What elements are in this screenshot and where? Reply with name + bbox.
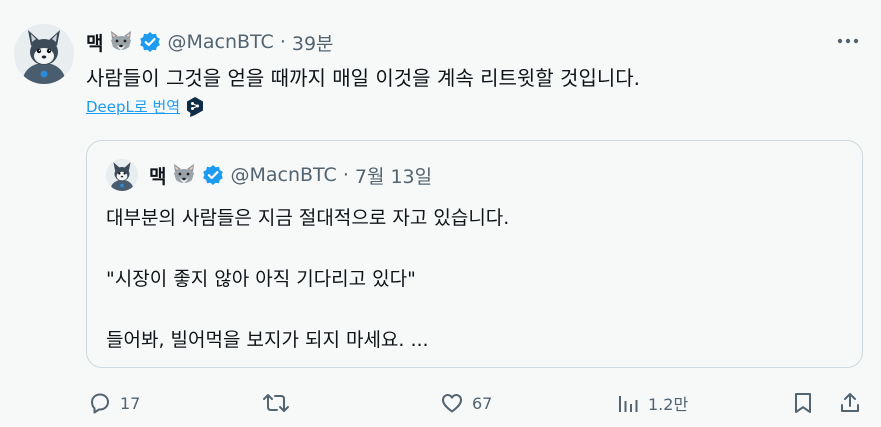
separator-dot: · <box>279 31 286 53</box>
wolf-emoji-icon <box>109 31 133 53</box>
quoted-text-line: "시장이 좋지 않아 아직 기다리고 있다" <box>106 268 416 290</box>
reply-button[interactable]: 17 <box>88 388 140 418</box>
retweet-icon <box>263 394 289 412</box>
more-icon <box>837 38 859 44</box>
quoted-author-handle: @MacnBTC <box>230 164 337 186</box>
tweet[interactable]: 맥 @MacnBTC · 39분 사람들이 그것을 얻을 때까지 매일 이것을 … <box>0 0 881 427</box>
quoted-author-name[interactable]: 맥 <box>149 162 166 189</box>
quoted-avatar-image <box>106 159 138 191</box>
quoted-tweet-header: 맥 @MacnBTC · 7월 13일 <box>149 161 432 189</box>
share-button[interactable] <box>838 388 862 418</box>
like-button[interactable]: 67 <box>440 388 492 418</box>
translate-link[interactable]: DeepL로 번역 <box>86 96 204 117</box>
tweet-timestamp[interactable]: 39분 <box>292 29 334 56</box>
quoted-tweet[interactable]: 맥 @MacnBTC · 7월 13일 대부분의 사람들은 지금 절대적으로 자… <box>86 140 863 368</box>
avatar-image <box>14 24 74 84</box>
bookmark-icon <box>795 393 811 413</box>
quoted-text-line: 들어봐, 빌어먹을 보지가 되지 마세요. ... <box>106 329 429 351</box>
quoted-author-avatar[interactable] <box>106 159 138 191</box>
separator-dot: · <box>342 164 349 186</box>
reply-icon <box>91 393 109 414</box>
verified-badge-icon <box>202 164 224 186</box>
reply-count: 17 <box>120 393 141 413</box>
author-handle[interactable]: @MacnBTC <box>167 31 273 53</box>
views-count: 1.2만 <box>648 395 689 414</box>
author-avatar[interactable] <box>14 24 74 84</box>
tweet-text: 사람들이 그것을 얻을 때까지 매일 이것을 계속 리트윗할 것입니다. <box>86 66 641 90</box>
bookmark-button[interactable] <box>791 388 815 418</box>
wolf-emoji-icon <box>172 164 196 186</box>
like-icon <box>442 394 462 413</box>
verified-badge-icon <box>139 31 161 53</box>
retweet-button[interactable] <box>262 388 298 418</box>
like-count: 67 <box>472 393 493 413</box>
action-bar: 17 67 1.2만 <box>0 388 881 418</box>
views-button[interactable]: 1.2만 <box>616 388 688 418</box>
more-options-button[interactable] <box>835 30 861 52</box>
quoted-text-line: 대부분의 사람들은 지금 절대적으로 자고 있습니다. <box>106 207 510 229</box>
tweet-header: 맥 @MacnBTC · 39분 <box>86 28 334 56</box>
deepl-icon <box>186 96 204 117</box>
author-name[interactable]: 맥 <box>86 29 103 56</box>
quoted-tweet-timestamp: 7월 13일 <box>354 165 433 188</box>
share-icon <box>841 393 859 412</box>
translate-label[interactable]: DeepL로 번역 <box>86 96 180 117</box>
views-icon <box>619 396 638 412</box>
